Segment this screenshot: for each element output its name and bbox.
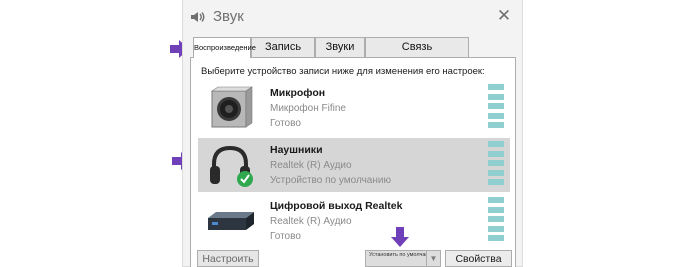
tab-recording[interactable]: Запись [251,37,315,57]
device-status: Устройство по умолчанию [270,175,391,186]
device-panel: Выберите устройство записи ниже для изме… [190,57,516,267]
properties-button[interactable]: Свойства [445,250,512,267]
device-status: Готово [270,118,301,129]
configure-button[interactable]: Настроить [197,250,259,267]
set-default-button[interactable]: Установить по умолчанию [365,250,436,267]
instruction-text: Выберите устройство записи ниже для изме… [201,66,485,77]
device-item-headphones[interactable]: Наушники Realtek (R) Аудио Устройство по… [198,138,510,192]
device-subtitle: Realtek (R) Аудио [270,160,352,171]
speaker-icon [191,12,205,22]
microphone-device-icon [211,86,253,128]
device-name: Цифровой выход Realtek [270,200,403,212]
tab-playback[interactable]: Воспроизведение [193,37,256,58]
close-button[interactable]: ✕ [494,6,514,26]
chevron-down-icon: ▼ [429,254,438,263]
tab-communications[interactable]: Связь [365,37,469,57]
tab-sounds[interactable]: Звуки [315,37,365,57]
digital-output-icon [208,212,254,230]
device-subtitle: Realtek (R) Аудио [270,216,352,227]
set-default-dropdown[interactable]: ▼ [426,250,441,267]
device-status: Готово [270,231,301,242]
close-icon: ✕ [496,6,512,25]
level-meter [488,84,504,128]
level-meter [488,141,504,185]
sound-dialog: Звук ✕ Воспроизведение Запись Звуки Связ… [182,0,523,267]
device-name: Микрофон [270,87,326,99]
annotation-arrow-button [391,227,409,247]
device-item-microphone[interactable]: Микрофон Микрофон Fifine Готово [198,81,510,135]
device-item-digital-output[interactable]: Цифровой выход Realtek Realtek (R) Аудио… [198,194,510,248]
level-meter [488,197,504,241]
window-title: Звук [213,8,244,25]
headphones-icon [210,145,253,187]
device-subtitle: Микрофон Fifine [270,103,346,114]
title-bar: Звук ✕ [183,0,522,34]
device-name: Наушники [270,144,323,156]
